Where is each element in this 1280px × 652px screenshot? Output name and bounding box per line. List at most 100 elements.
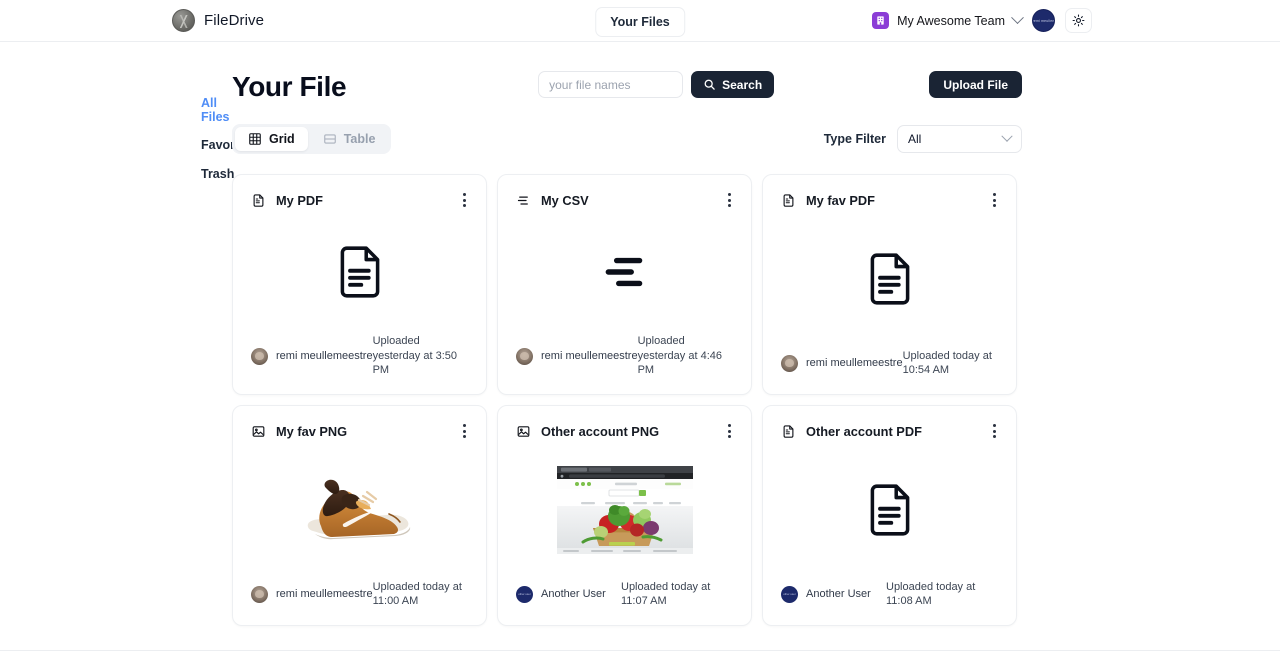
type-filter: Type Filter All (824, 125, 1022, 153)
primary-nav: Your Files (595, 7, 685, 37)
uploader-name: Another User (541, 588, 606, 601)
file-card-footer: other user Another User Uploaded today a… (498, 580, 751, 625)
file-card-footer: remi meullemeestre Uploaded today at 10:… (763, 349, 1016, 394)
uploader-name: remi meullemeestre (806, 357, 903, 370)
uploader-avatar (781, 354, 798, 372)
search-button-label: Search (722, 77, 763, 92)
search-button[interactable]: Search (691, 71, 775, 98)
kebab-menu-icon[interactable] (991, 191, 998, 209)
document-icon (870, 484, 909, 536)
file-card[interactable]: Other account PDF other user Another Use… (762, 405, 1017, 626)
file-card-title: My fav PNG (276, 423, 348, 439)
file-card-header: My fav PNG (233, 406, 486, 440)
file-card-header: Other account PNG (498, 406, 751, 440)
file-card-footer: other user Another User Uploaded today a… (763, 580, 1016, 625)
file-card-header: Other account PDF (763, 406, 1016, 440)
upload-timestamp: Uploaded today at 10:54 AM (902, 349, 992, 377)
pdf-file-icon (783, 424, 794, 438)
uploader-avatar-label: other user (518, 592, 531, 597)
file-card[interactable]: Other account PNG other user Another Use… (497, 405, 752, 626)
content-header: Your File Search Upload File (232, 68, 1022, 101)
uploader-name: remi meullemeestre (541, 350, 638, 363)
kebab-menu-icon[interactable] (726, 422, 733, 440)
uploader-avatar (251, 347, 268, 365)
team-name: My Awesome Team (897, 13, 1005, 28)
page-bottom-divider (0, 650, 1280, 651)
file-card-preview (498, 440, 751, 580)
upload-timestamp: Uploaded yesterday at 3:50 PM (372, 335, 457, 377)
file-card[interactable]: My fav PDF remi meullemeestre Uploaded t… (762, 174, 1017, 395)
uploader-name: Another User (806, 588, 871, 601)
team-switcher[interactable]: My Awesome Team (872, 11, 1024, 29)
app-header: FileDrive Your Files My Awesome Team rem… (0, 0, 1280, 42)
brand-name: FileDrive (204, 12, 265, 29)
pdf-file-icon (253, 193, 264, 207)
sneaker-photo (292, 466, 428, 554)
chevron-down-icon (1001, 130, 1013, 142)
filedrive-globe-logo-icon (172, 9, 195, 32)
uploader-avatar (516, 347, 533, 365)
search-input[interactable] (538, 71, 684, 98)
theme-toggle-button[interactable] (1065, 8, 1092, 33)
type-filter-select[interactable]: All (897, 125, 1022, 153)
uploader-avatar (251, 585, 268, 603)
type-filter-value: All (908, 132, 922, 146)
upload-timestamp: Uploaded yesterday at 4:46 PM (637, 335, 722, 377)
file-card-preview (763, 209, 1016, 349)
pdf-file-icon (783, 193, 794, 207)
kebab-menu-icon[interactable] (461, 422, 468, 440)
view-mode-tabs: Grid Table (232, 124, 392, 154)
document-icon (340, 245, 379, 298)
sneaker-photo-illustration (307, 479, 410, 540)
grocery-website-screenshot (556, 465, 693, 554)
upload-timestamp: Uploaded today at 11:08 AM (886, 580, 976, 608)
file-card-preview (233, 209, 486, 334)
kebab-menu-icon[interactable] (726, 191, 733, 209)
uploader-avatar: other user (781, 585, 798, 603)
file-card-preview (233, 440, 486, 580)
kebab-menu-icon[interactable] (461, 191, 468, 209)
search-icon (704, 79, 715, 90)
tab-grid-label: Grid (269, 132, 295, 146)
page-title: Your File (232, 71, 347, 102)
sun-icon (1072, 14, 1085, 27)
image-file-icon (517, 425, 530, 437)
tab-grid[interactable]: Grid (235, 127, 308, 151)
file-card-title: Other account PDF (806, 423, 922, 439)
org-building-icon (872, 12, 890, 29)
header-actions: My Awesome Team remi meullem (872, 8, 1264, 33)
brand[interactable]: FileDrive (172, 9, 264, 32)
file-card-header: My CSV (498, 175, 751, 209)
file-grid: My PDF remi meullemeestre Uploaded yeste… (232, 174, 1022, 626)
sidebar: All Files Favorites Trash (0, 68, 257, 626)
view-toolbar: Grid Table Type Filter All (232, 124, 1022, 154)
grocery-screenshot-illustration (556, 465, 693, 554)
image-file-icon (252, 425, 265, 437)
file-card-title: Other account PNG (541, 423, 660, 439)
nav-item-your-files[interactable]: Your Files (595, 7, 685, 37)
sidebar-item-label: All Files (201, 96, 230, 124)
user-avatar[interactable]: remi meullem (1032, 9, 1055, 32)
file-card-header: My PDF (233, 175, 486, 209)
file-card-preview (763, 440, 1016, 580)
tab-table[interactable]: Table (310, 127, 389, 151)
grid-icon (249, 133, 261, 145)
csv-file-icon (517, 195, 528, 205)
upload-timestamp: Uploaded today at 11:00 AM (372, 580, 462, 608)
upload-file-button[interactable]: Upload File (929, 71, 1022, 98)
type-filter-label: Type Filter (823, 132, 886, 146)
file-card[interactable]: My CSV remi meullemeestre Uploaded yeste… (497, 174, 752, 395)
file-card-title: My fav PDF (806, 192, 875, 208)
avatar-label: remi meullem (1032, 18, 1055, 23)
file-card-title: My PDF (276, 192, 323, 208)
main-content: Your File Search Upload File (232, 68, 1022, 626)
sidebar-item-label: Trash (201, 167, 235, 181)
file-card[interactable]: My PDF remi meullemeestre Uploaded yeste… (232, 174, 487, 395)
upload-timestamp: Uploaded today at 11:07 AM (621, 580, 711, 608)
table-icon (323, 134, 336, 144)
tab-table-label: Table (343, 132, 376, 146)
document-icon (870, 253, 909, 305)
file-card[interactable]: My fav PNG remi meullemeestre Uploaded t… (232, 405, 487, 626)
kebab-menu-icon[interactable] (991, 422, 998, 440)
chevron-down-icon (1011, 11, 1024, 25)
